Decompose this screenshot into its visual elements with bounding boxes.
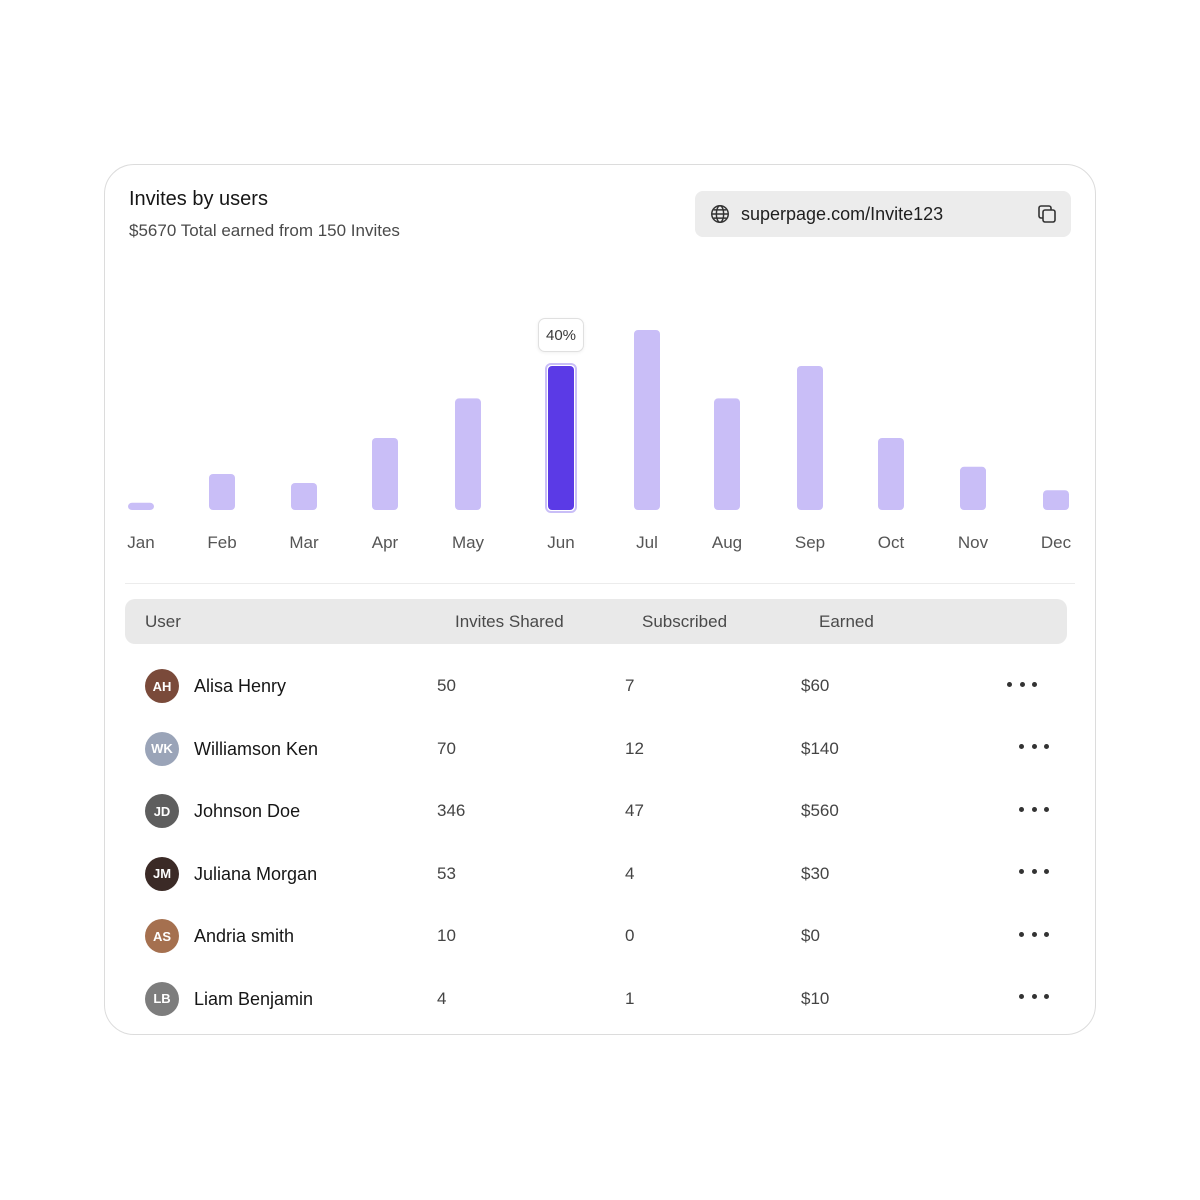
x-tick-label-nov: Nov (957, 533, 989, 552)
user-name: Alisa Henry (194, 676, 287, 696)
earned-value: $60 (801, 676, 830, 695)
avatar-initials: WK (151, 741, 173, 756)
earned-value: $560 (801, 801, 839, 820)
invites-shared-value: 10 (437, 926, 456, 945)
bar-tooltip: 40% (537, 318, 585, 352)
table-row[interactable]: AH Alisa Henry 50 7 $60 (125, 654, 1075, 716)
x-tick-label-jul: Jul (636, 533, 658, 552)
x-tick-label-sep: Sep (794, 533, 826, 552)
bar-apr[interactable] (372, 438, 398, 510)
table-row[interactable]: JM Juliana Morgan 53 4 $30 (125, 842, 1075, 904)
chart-canvas (128, 330, 1069, 513)
table-row[interactable]: AS Andria smith 10 0 $0 (125, 904, 1075, 966)
subscribed-value: 7 (625, 676, 635, 695)
earned-value: $140 (801, 738, 839, 758)
x-tick-label-jun: Jun (547, 533, 575, 552)
bar-mar[interactable] (291, 483, 317, 510)
user-name: Liam Benjamin (194, 988, 314, 1009)
bar-feb[interactable] (209, 474, 235, 510)
avatar-initials: JD (153, 803, 171, 819)
bar-dec[interactable] (1043, 490, 1069, 510)
more-horizontal-icon[interactable] (1019, 737, 1049, 757)
subscribed-value: 0 (625, 926, 635, 945)
avatar: JD (145, 794, 179, 828)
avatar: LB (145, 981, 179, 1016)
avatar: JM (145, 856, 179, 891)
invites-shared-value: 50 (437, 676, 456, 695)
table-row[interactable]: JD Johnson Doe 346 47 $560 (125, 779, 1075, 841)
avatar-initials: AS (152, 928, 172, 944)
invites-shared-value: 53 (437, 863, 456, 883)
earned-value: $10 (801, 988, 830, 1008)
user-name: Johnson Doe (194, 801, 301, 821)
avatar: AH (145, 669, 179, 703)
more-horizontal-icon[interactable] (1019, 862, 1049, 882)
invites-shared-value: 346 (437, 801, 466, 820)
card-title: Invites by users (129, 188, 268, 210)
more-horizontal-icon[interactable] (1019, 924, 1049, 944)
user-name: Juliana Morgan (194, 863, 318, 884)
user-name: Williamson Ken (194, 738, 319, 759)
table-header: User Invites Shared Subscribed Earned (125, 599, 1067, 644)
x-tick-label-feb: Feb (207, 533, 237, 552)
table-row[interactable]: LB Liam Benjamin 4 1 $10 (125, 967, 1075, 1029)
invites-shared-value: 70 (437, 738, 456, 758)
subscribed-value: 1 (625, 988, 635, 1008)
column-header-invites-shared: Invites Shared (455, 612, 564, 631)
invite-link-field[interactable]: superpage.com/Invite123 (695, 191, 1071, 237)
copy-icon[interactable] (1035, 202, 1059, 226)
x-tick-label-oct: Oct (877, 533, 905, 552)
globe-icon (709, 203, 731, 225)
card-subtitle: $5670 Total earned from 150 Invites (129, 221, 400, 240)
table-row[interactable]: WK Williamson Ken 70 12 $140 (125, 717, 1075, 779)
x-tick-label-mar: Mar (289, 533, 319, 552)
bar-oct[interactable] (878, 438, 904, 510)
x-tick-label-jan: Jan (127, 533, 155, 552)
column-header-earned: Earned (819, 612, 874, 631)
avatar-initials: AH (152, 678, 172, 694)
invites-shared-value: 4 (437, 988, 447, 1008)
bar-jan[interactable] (128, 502, 154, 510)
bar-may[interactable] (455, 398, 481, 510)
subscribed-value: 12 (625, 738, 644, 758)
invite-link-url: superpage.com/Invite123 (741, 203, 944, 224)
earned-value: $30 (801, 863, 830, 883)
x-tick-label-apr: Apr (371, 533, 399, 552)
invites-bar-chart: 40% Jan Feb Mar Apr May Jun Jul Aug Sep Oct Nov Dec (105, 305, 1095, 565)
bar-sep[interactable] (797, 366, 823, 510)
more-horizontal-icon[interactable] (1019, 799, 1049, 819)
avatar-initials: LB (153, 991, 171, 1006)
more-horizontal-icon[interactable] (1019, 987, 1049, 1007)
section-divider (125, 583, 1075, 584)
bar-jul[interactable] (634, 330, 660, 510)
column-header-user: User (145, 612, 181, 631)
avatar-initials: JM (152, 866, 172, 881)
x-tick-label-aug: Aug (711, 533, 743, 552)
subscribed-value: 4 (625, 863, 635, 883)
invites-card: Invites by users $5670 Total earned from… (104, 164, 1096, 1035)
avatar: WK (145, 731, 179, 766)
column-header-subscribed: Subscribed (642, 612, 728, 631)
bar-aug[interactable] (714, 398, 740, 510)
bar-jun[interactable] (548, 366, 574, 510)
earned-value: $0 (801, 926, 820, 945)
x-tick-label-may: May (451, 533, 485, 552)
avatar: AS (145, 919, 179, 953)
more-horizontal-icon[interactable] (1007, 674, 1037, 694)
user-name: Andria smith (194, 926, 295, 946)
bar-nov[interactable] (960, 466, 986, 510)
x-tick-label-dec: Dec (1040, 533, 1072, 552)
subscribed-value: 47 (625, 801, 644, 820)
